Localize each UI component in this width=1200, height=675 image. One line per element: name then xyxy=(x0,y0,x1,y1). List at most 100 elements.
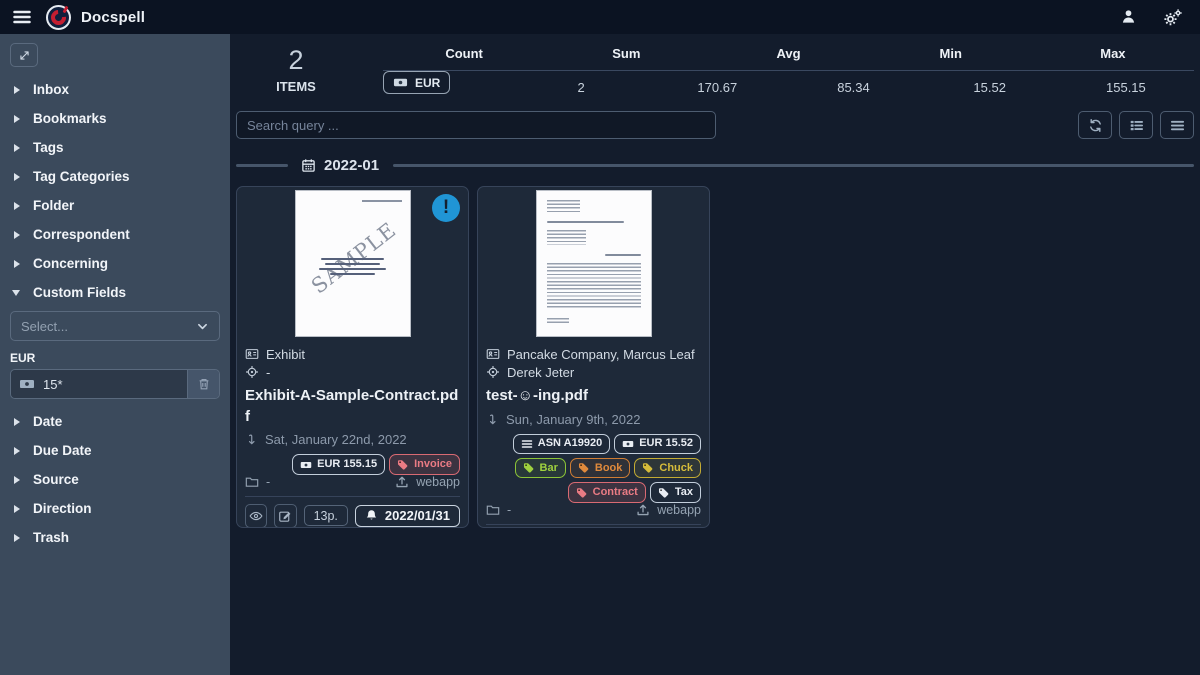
caret-right-icon xyxy=(14,260,20,268)
calendar-icon xyxy=(301,158,316,173)
sidebar-expand-button[interactable] xyxy=(10,43,38,67)
source-line: webapp xyxy=(395,475,460,489)
list-view-button[interactable] xyxy=(1119,111,1153,139)
docspell-logo-icon xyxy=(46,5,71,30)
refresh-button[interactable] xyxy=(1078,111,1112,139)
item-date: Sun, January 9th, 2022 xyxy=(506,412,640,427)
caret-right-icon xyxy=(14,115,20,123)
tag-icon xyxy=(576,487,588,499)
badge-row: EUR 155.15 Invoice xyxy=(245,454,460,474)
address-card-icon xyxy=(486,347,500,361)
folder-name: - xyxy=(266,475,270,489)
list-view-icon xyxy=(1129,118,1144,133)
caret-right-icon xyxy=(14,476,20,484)
sidebar-item-correspondent[interactable]: Correspondent xyxy=(10,220,220,249)
preview-button[interactable] xyxy=(245,504,267,528)
amount-badge: EUR 155.15 xyxy=(292,454,385,474)
item-title[interactable]: Exhibit-A-Sample-Contract.pdf xyxy=(245,386,460,427)
item-count: 2 xyxy=(236,46,356,76)
folder-name: - xyxy=(507,503,511,517)
stats-value-max: 155.15 xyxy=(1058,80,1194,95)
tag-badge: Book xyxy=(570,458,631,478)
edit-icon xyxy=(278,509,292,523)
remove-custom-field-button[interactable] xyxy=(187,370,219,398)
money-bill-icon xyxy=(393,75,408,90)
month-group-divider: 2022-01 xyxy=(236,157,1194,174)
concerning-name: Derek Jeter xyxy=(507,365,574,380)
sidebar-item-date[interactable]: Date xyxy=(10,407,220,436)
sidebar-item-tags[interactable]: Tags xyxy=(10,133,220,162)
sidebar-item-concerning[interactable]: Concerning xyxy=(10,249,220,278)
eye-icon xyxy=(249,509,263,523)
caret-right-icon xyxy=(14,202,20,210)
caret-right-icon xyxy=(14,86,20,94)
document-thumbnail xyxy=(536,190,652,337)
tag-badge: Contract xyxy=(568,482,646,502)
card-toolbar: 13p. 2022/01/31 xyxy=(245,496,460,528)
item-date-line: Sun, January 9th, 2022 xyxy=(486,412,701,427)
item-card[interactable]: Pancake Company, Marcus Leaf Derek Jeter… xyxy=(477,186,710,528)
folder-icon xyxy=(486,503,500,517)
tag-badge: Tax xyxy=(650,482,701,502)
search-input[interactable] xyxy=(236,111,716,139)
item-card-list: SAMPLE ! Exhibit - xyxy=(236,186,1194,528)
source-line: webapp xyxy=(636,503,701,517)
custom-field-label: EUR xyxy=(10,351,220,365)
arrow-down-icon xyxy=(486,413,499,426)
amount-badge: EUR 15.52 xyxy=(614,434,701,454)
concerning-name: - xyxy=(266,365,270,380)
document-preview: SAMPLE ! xyxy=(237,187,468,337)
sidebar-item-inbox[interactable]: Inbox xyxy=(10,75,220,104)
sidebar-item-source[interactable]: Source xyxy=(10,465,220,494)
stats-value-avg: 85.34 xyxy=(785,80,921,95)
correspondent-name: Pancake Company, Marcus Leaf xyxy=(507,347,695,362)
divider-line xyxy=(393,164,1194,167)
page-count-badge: 13p. xyxy=(304,505,348,526)
menu-view-button[interactable] xyxy=(1160,111,1194,139)
search-bar xyxy=(236,111,1194,139)
bars-icon xyxy=(1170,118,1185,133)
sidebar-item-folder[interactable]: Folder xyxy=(10,191,220,220)
settings-gear-icon[interactable] xyxy=(1163,8,1182,27)
app-brand[interactable]: Docspell xyxy=(46,5,145,30)
correspondent-line: Pancake Company, Marcus Leaf xyxy=(486,345,701,363)
asn-badge: ASN A19920 xyxy=(513,434,610,454)
tag-badge: Chuck xyxy=(634,458,701,478)
sidebar-item-tag-categories[interactable]: Tag Categories xyxy=(10,162,220,191)
user-icon[interactable] xyxy=(1120,8,1137,26)
tag-badge: Invoice xyxy=(389,454,460,474)
edit-button[interactable] xyxy=(274,504,296,528)
caret-right-icon xyxy=(14,418,20,426)
concerning-line: - xyxy=(245,363,460,381)
app-title: Docspell xyxy=(81,9,145,26)
document-preview xyxy=(478,187,709,337)
top-navbar: Docspell xyxy=(0,0,1200,34)
custom-field-eur-input[interactable] xyxy=(43,377,179,392)
menu-icon[interactable] xyxy=(12,7,32,27)
card-toolbar: 1p. 2022/01/29 xyxy=(486,524,701,528)
stats-header-min: Min xyxy=(870,46,1032,61)
money-bill-icon xyxy=(622,438,634,450)
items-label: ITEMS xyxy=(236,79,356,94)
arrow-down-icon xyxy=(245,433,258,446)
sidebar-item-trash[interactable]: Trash xyxy=(10,523,220,552)
trash-icon xyxy=(197,377,211,391)
sidebar-item-direction[interactable]: Direction xyxy=(10,494,220,523)
source-name: webapp xyxy=(416,475,460,489)
month-group-label: 2022-01 xyxy=(324,157,379,174)
item-title[interactable]: test-☺-ing.pdf xyxy=(486,386,701,407)
currency-eur-chip[interactable]: EUR xyxy=(383,71,450,94)
folder-line: - xyxy=(245,475,270,489)
crosshairs-icon xyxy=(486,365,500,379)
item-date: Sat, January 22nd, 2022 xyxy=(265,432,407,447)
sidebar-item-custom-fields[interactable]: Custom Fields xyxy=(10,278,220,307)
correspondent-line: Exhibit xyxy=(245,345,460,363)
item-card[interactable]: SAMPLE ! Exhibit - xyxy=(236,186,469,528)
caret-right-icon xyxy=(14,173,20,181)
sidebar-item-bookmarks[interactable]: Bookmarks xyxy=(10,104,220,133)
badge-row: ASN A19920 EUR 15.52 Bar Book xyxy=(486,434,701,503)
custom-field-select[interactable]: Select... xyxy=(10,311,220,341)
caret-right-icon xyxy=(14,505,20,513)
sidebar-item-due-date[interactable]: Due Date xyxy=(10,436,220,465)
chevron-down-icon xyxy=(196,320,209,333)
